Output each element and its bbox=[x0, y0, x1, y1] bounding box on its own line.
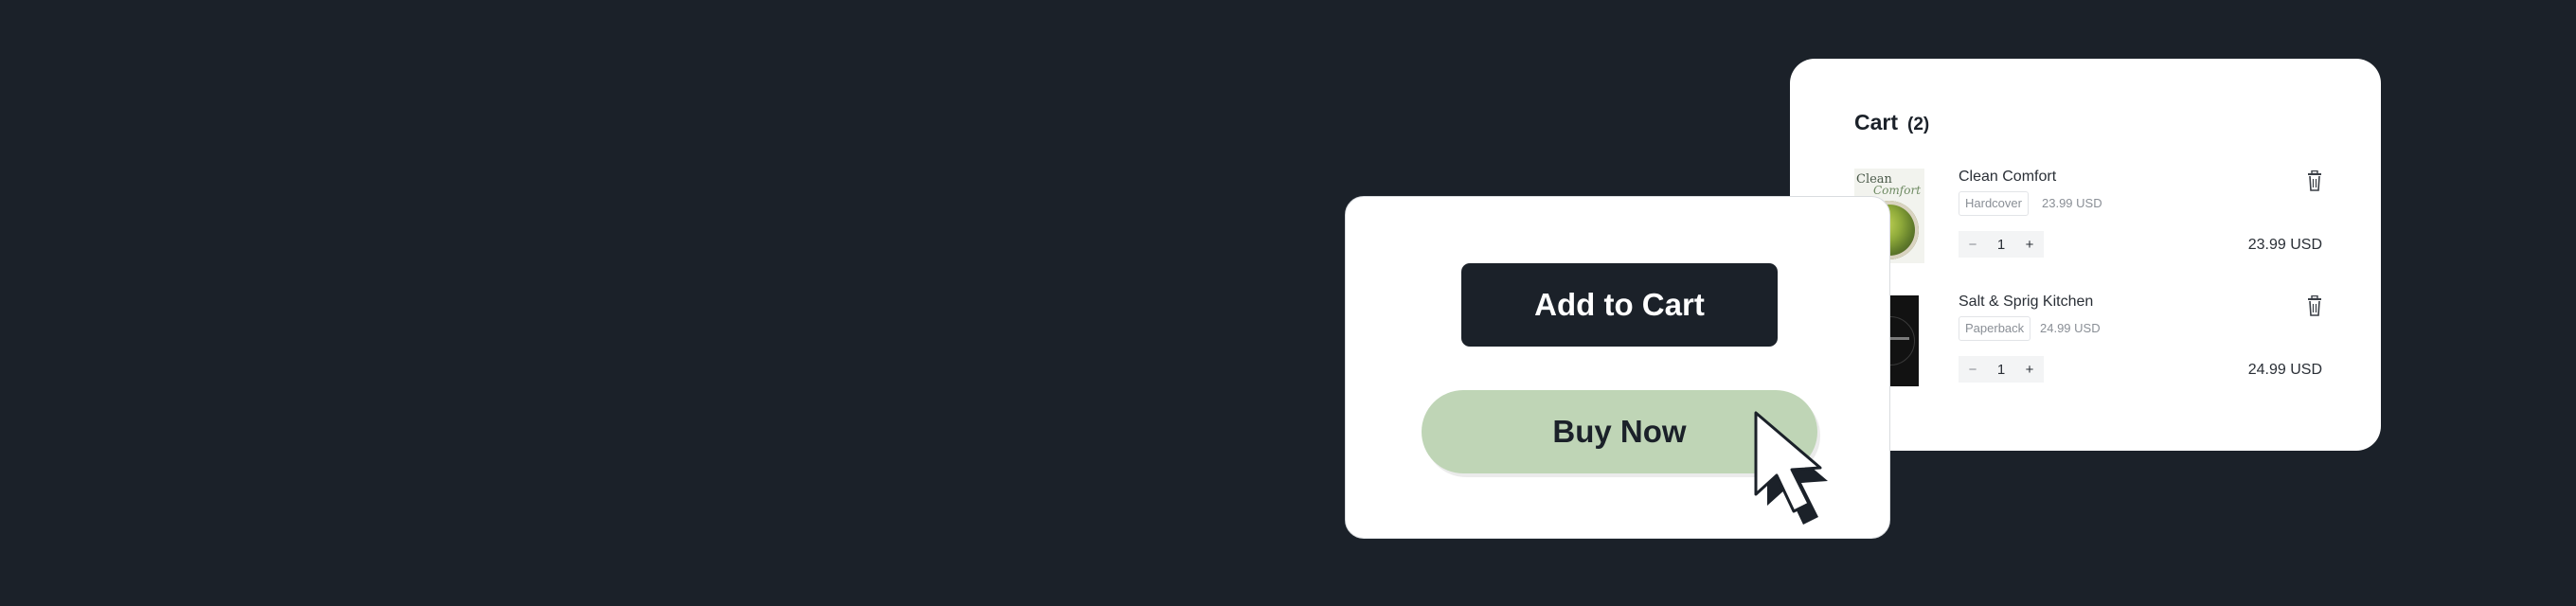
cart-item: Clean Comfort Clean Comfort Hardcover 23… bbox=[1854, 169, 2322, 273]
item-name[interactable]: Clean Comfort bbox=[1959, 169, 2056, 186]
item-name[interactable]: Salt & Sprig Kitchen bbox=[1959, 294, 2093, 311]
decrease-quantity-button[interactable]: − bbox=[1966, 362, 1979, 378]
cart-count: (2) bbox=[1907, 115, 1930, 134]
format-badge: Hardcover bbox=[1959, 191, 2029, 216]
line-total: 24.99 USD bbox=[2247, 362, 2322, 378]
cart-title: Cart bbox=[1854, 110, 1899, 134]
line-total: 23.99 USD bbox=[2247, 237, 2322, 253]
mouse-cursor-icon bbox=[1754, 411, 1828, 525]
quantity-stepper: − 1 + bbox=[1959, 231, 2044, 258]
trash-icon[interactable] bbox=[2307, 170, 2322, 191]
increase-quantity-button[interactable]: + bbox=[2023, 362, 2036, 378]
cart-header: Cart (2) bbox=[1854, 110, 1929, 135]
unit-price: 24.99 USD bbox=[2040, 321, 2101, 335]
increase-quantity-button[interactable]: + bbox=[2023, 237, 2036, 253]
trash-icon[interactable] bbox=[2307, 295, 2322, 316]
cart-item: Salt & Sprig Kitchen Paperback 24.99 USD… bbox=[1854, 294, 2322, 398]
cover-script-text: Comfort bbox=[1873, 184, 1922, 197]
quantity-value[interactable]: 1 bbox=[1997, 362, 2005, 378]
unit-price: 23.99 USD bbox=[2042, 196, 2102, 210]
quantity-value[interactable]: 1 bbox=[1997, 237, 2005, 253]
format-badge: Paperback bbox=[1959, 316, 2031, 341]
quantity-stepper: − 1 + bbox=[1959, 356, 2044, 383]
add-to-cart-button[interactable]: Add to Cart bbox=[1461, 263, 1778, 347]
decrease-quantity-button[interactable]: − bbox=[1966, 237, 1979, 253]
